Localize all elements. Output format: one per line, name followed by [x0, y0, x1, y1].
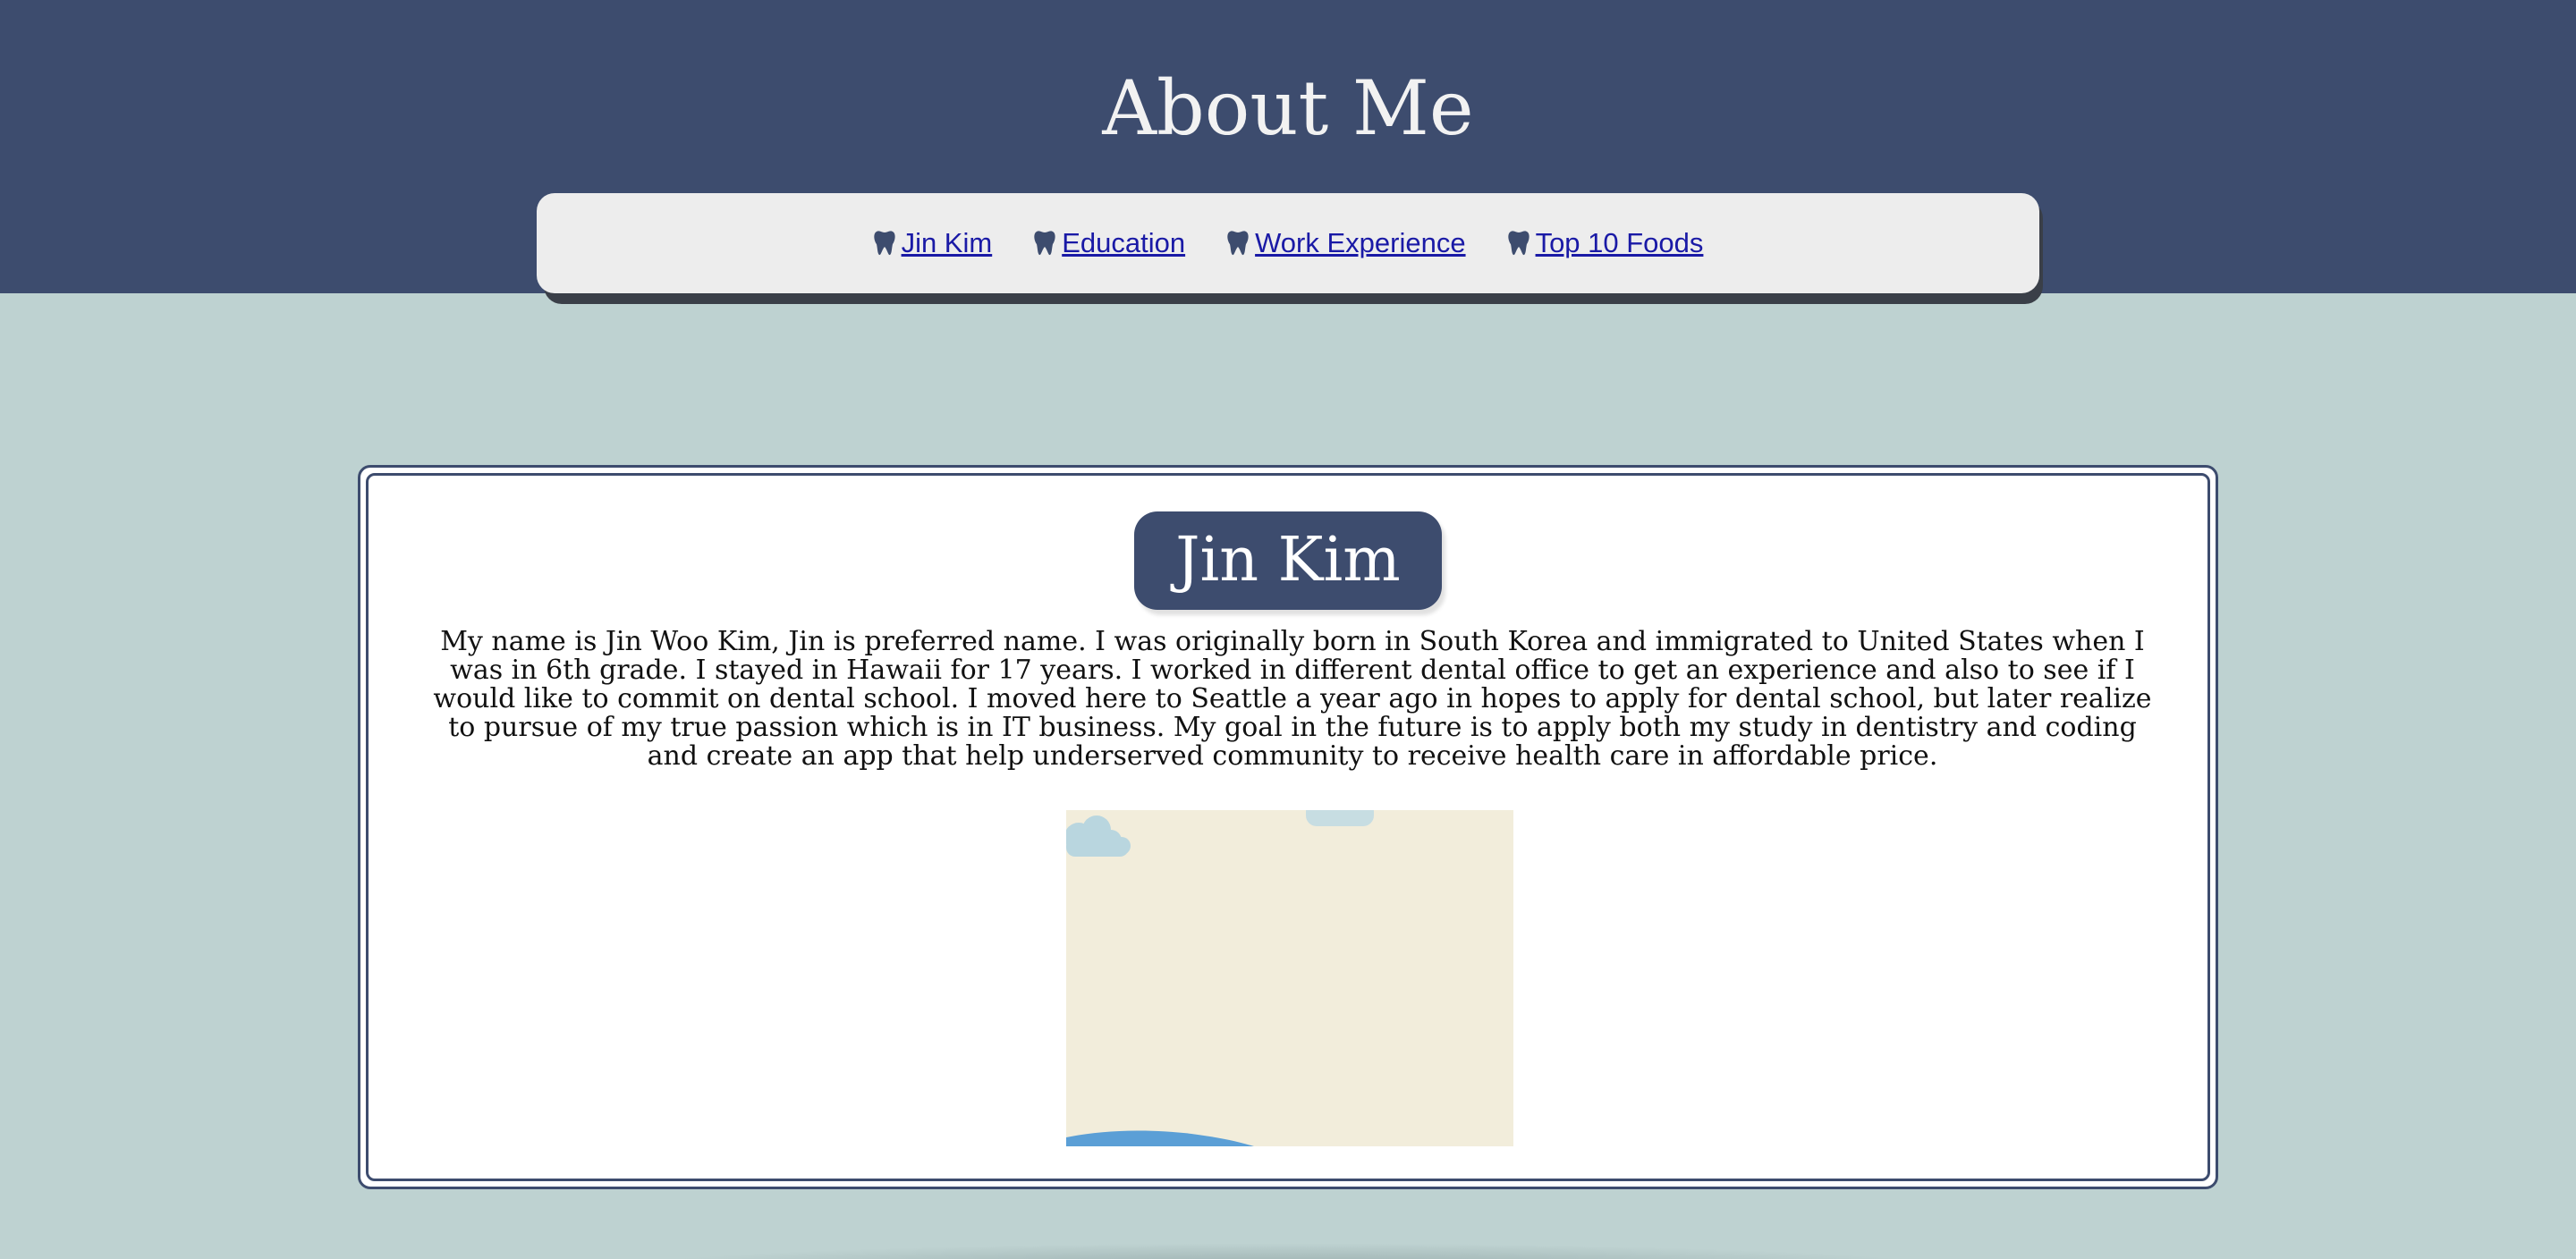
section-title: Jin Kim	[1134, 511, 1442, 610]
nav-item-jin-kim[interactable]: Jin Kim	[873, 227, 993, 259]
nav-link-work-experience[interactable]: Work Experience	[1255, 227, 1465, 259]
nav-bar: Jin Kim Education Work Experience Top 10…	[537, 193, 2039, 293]
tooth-icon	[1033, 230, 1056, 257]
about-card: Jin Kim My name is Jin Woo Kim, Jin is p…	[358, 465, 2218, 1189]
tooth-icon	[1226, 230, 1250, 257]
about-card-inner: Jin Kim My name is Jin Woo Kim, Jin is p…	[366, 473, 2210, 1181]
nav-item-education[interactable]: Education	[1033, 227, 1185, 259]
tooth-icon	[873, 230, 896, 257]
bio-text: My name is Jin Woo Kim, Jin is preferred…	[433, 626, 2152, 772]
nav-link-jin-kim[interactable]: Jin Kim	[902, 227, 993, 259]
nav-item-work-experience[interactable]: Work Experience	[1226, 227, 1466, 259]
page: About Me Jin Kim Education Work Experien…	[0, 0, 2576, 1259]
tooth-icon	[1507, 230, 1530, 257]
page-title: About Me	[1102, 64, 1474, 152]
nav-item-top-10-foods[interactable]: Top 10 Foods	[1507, 227, 1704, 259]
nav-link-education[interactable]: Education	[1062, 227, 1185, 259]
nav-link-top-10-foods[interactable]: Top 10 Foods	[1536, 227, 1704, 259]
bottom-shadow	[608, 1243, 1968, 1259]
cartoon-scene-image	[1066, 810, 1513, 1146]
section-title-wrap: Jin Kim	[369, 511, 2207, 610]
